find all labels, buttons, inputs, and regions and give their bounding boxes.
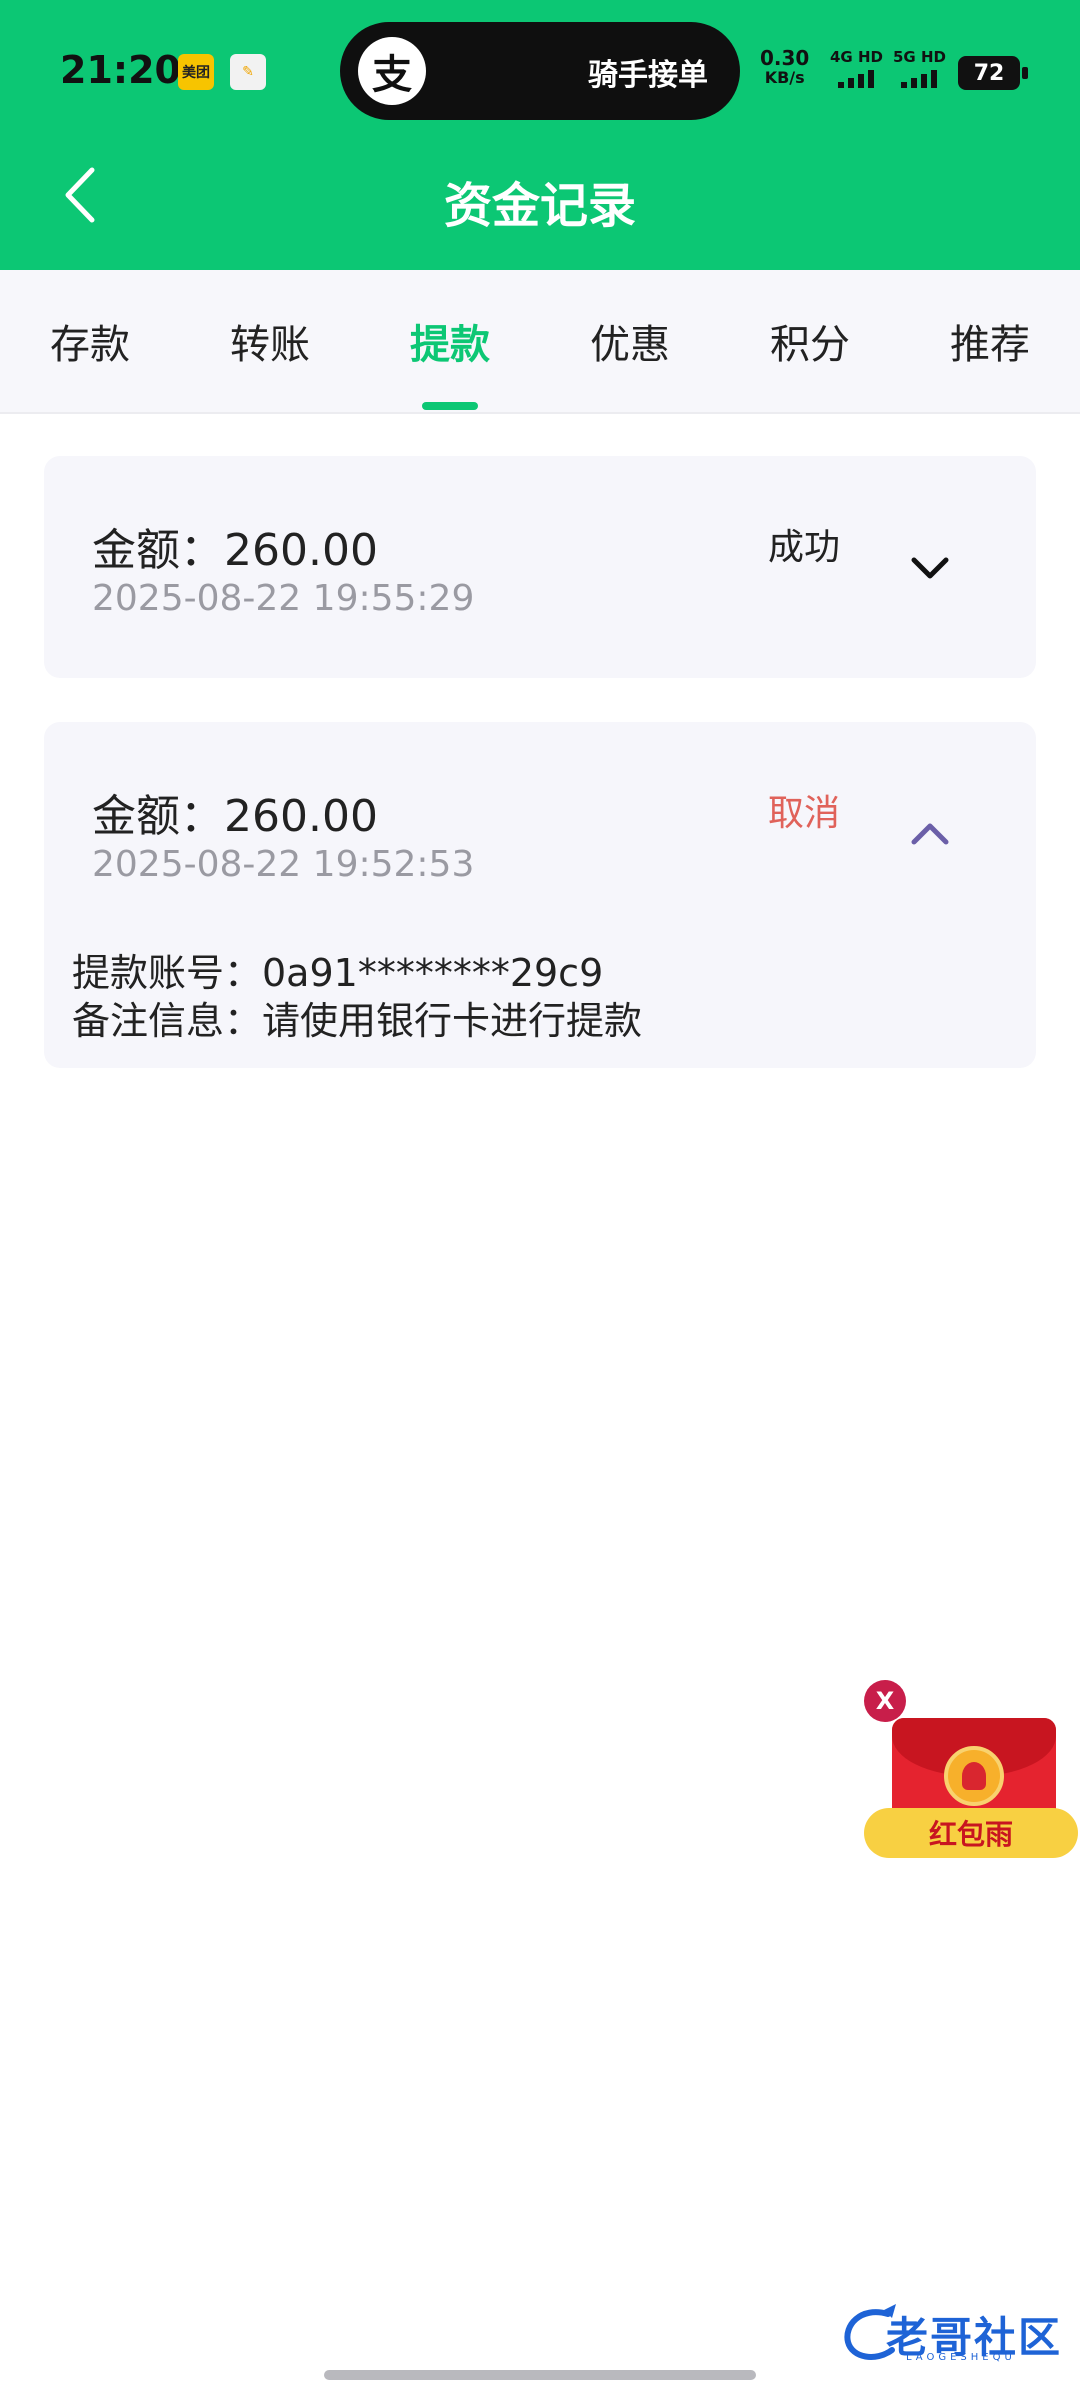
- withdraw-record-card[interactable]: 金额：260.00 2025-08-22 19:52:53 取消 提款账号：0a…: [44, 722, 1036, 1068]
- dynamic-island[interactable]: 支 骑手接单: [340, 22, 740, 120]
- record-datetime: 2025-08-22 19:55:29: [92, 578, 475, 619]
- withdraw-record-card[interactable]: 金额：260.00 2025-08-22 19:55:29 成功: [44, 456, 1036, 678]
- sim2-label: 5G HD: [893, 48, 946, 66]
- remark-info: 备注信息：请使用银行卡进行提款: [72, 999, 643, 1043]
- record-status: 成功: [768, 527, 841, 568]
- record-amount: 金额：260.00: [92, 791, 378, 842]
- tab-withdraw[interactable]: 提款: [360, 312, 540, 370]
- meituan-icon: 美团: [178, 54, 214, 90]
- withdraw-account: 提款账号：0a91********29c9: [72, 951, 604, 995]
- record-status: 取消: [768, 793, 841, 834]
- close-icon[interactable]: X: [864, 1680, 906, 1722]
- record-amount: 金额：260.00: [92, 525, 378, 576]
- tab-transfer[interactable]: 转账: [180, 312, 360, 370]
- tab-deposit[interactable]: 存款: [0, 312, 180, 370]
- signal-bars-2-icon: [901, 70, 937, 88]
- expand-button[interactable]: [904, 548, 956, 588]
- net-speed-value: 0.30: [760, 46, 810, 70]
- watermark-subtext: LAOGESHEQU: [906, 2352, 1016, 2363]
- chevron-down-icon: [911, 557, 949, 579]
- record-datetime: 2025-08-22 19:52:53: [92, 844, 475, 885]
- home-indicator[interactable]: [324, 2370, 756, 2380]
- tab-promotion[interactable]: 优惠: [540, 312, 720, 370]
- tab-points[interactable]: 积分: [720, 312, 900, 370]
- collapse-button[interactable]: [904, 814, 956, 854]
- red-envelope-label: 红包雨: [864, 1808, 1078, 1858]
- tab-referral[interactable]: 推荐: [900, 312, 1080, 370]
- chevron-up-icon: [911, 823, 949, 845]
- app-header: 21:20 美团 ✎ 支 骑手接单 0.30 KB/s 4G HD 5G HD …: [0, 0, 1080, 270]
- sim1-label: 4G HD: [830, 48, 883, 66]
- island-text: 骑手接单: [588, 58, 708, 93]
- watermark-logo: 老哥社区 LAOGESHEQU: [840, 2300, 1070, 2370]
- record-tabs: 存款 转账 提款 优惠 积分 推荐: [0, 270, 1080, 414]
- alipay-icon: 支: [358, 37, 426, 105]
- net-speed: 0.30 KB/s: [760, 48, 809, 88]
- status-time: 21:20: [60, 48, 181, 92]
- net-speed-unit: KB/s: [764, 68, 805, 87]
- red-envelope-rain-widget[interactable]: X 红包雨: [862, 1680, 1080, 1860]
- active-tab-indicator: [422, 402, 478, 410]
- page-title: 资金记录: [443, 178, 636, 234]
- signal-bars-1-icon: [838, 70, 874, 88]
- battery-icon: 72: [958, 56, 1028, 90]
- delivery-app-icon: ✎: [230, 54, 266, 90]
